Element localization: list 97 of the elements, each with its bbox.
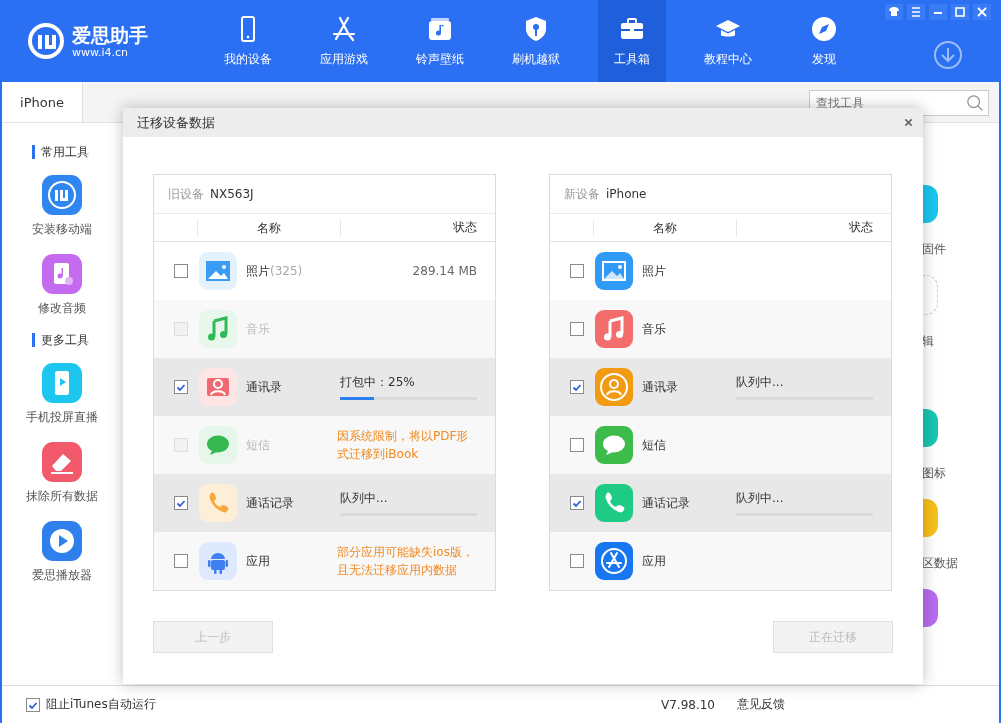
close-icon[interactable] — [904, 118, 913, 127]
tool-label[interactable]: 固件 — [922, 241, 946, 258]
nav-tab[interactable]: 发现 — [776, 0, 872, 82]
version-label: V7.98.10 — [661, 697, 715, 712]
device-name: NX563J — [210, 187, 254, 201]
music-note-icon — [595, 310, 633, 348]
chat-bubble-icon — [199, 426, 237, 464]
warning-note: 部分应用可能缺失ios版，且无法迁移应用内数据 — [337, 544, 475, 579]
tool-item[interactable]: 抹除所有数据 — [14, 442, 110, 505]
logo-icon — [42, 175, 82, 215]
column-header: 状态 — [452, 219, 478, 236]
tool-item[interactable]: 安装移动端 — [14, 175, 110, 238]
android-icon — [199, 542, 237, 580]
photo-icon — [199, 252, 237, 290]
checkbox[interactable] — [174, 554, 188, 568]
nav-tab[interactable]: 教程中心 — [680, 0, 776, 82]
status-text: 队列中... — [736, 374, 785, 391]
status-text: 队列中... — [736, 490, 785, 507]
nav-tab[interactable]: 刷机越狱 — [488, 0, 584, 82]
warning-note: 因系统限制，将以PDF形式迁移到iBook — [337, 428, 470, 463]
screen-mirror-icon — [42, 363, 82, 403]
eraser-icon — [42, 442, 82, 482]
brand-name: 爱思助手 — [72, 23, 148, 46]
brand-url: www.i4.cn — [72, 45, 130, 59]
download-icon[interactable] — [933, 40, 963, 70]
search-icon[interactable] — [966, 94, 984, 112]
tool-label[interactable]: 辑 — [922, 333, 934, 350]
data-row[interactable]: 通话记录 队列中... — [550, 474, 891, 532]
panel-caption: 旧设备 — [168, 185, 204, 203]
menu-icon[interactable] — [907, 4, 925, 20]
column-header: 状态 — [848, 219, 874, 236]
checkbox[interactable] — [570, 322, 584, 336]
contact-icon — [595, 368, 633, 406]
item-name: 音乐 — [642, 320, 667, 338]
compass-icon — [810, 14, 838, 43]
device-name: iPhone — [606, 187, 647, 201]
nav-tab[interactable]: 应用游戏 — [296, 0, 392, 82]
chat-bubble-icon — [595, 426, 633, 464]
item-name: 短信 — [642, 436, 667, 454]
minimize-icon[interactable] — [929, 4, 947, 20]
item-name: 通讯录 — [642, 378, 679, 396]
feedback-link[interactable]: 意见反馈 — [737, 696, 785, 713]
data-row[interactable]: 应用 部分应用可能缺失ios版，且无法迁移应用内数据 — [154, 532, 495, 590]
checkbox[interactable] — [174, 496, 188, 510]
maximize-icon[interactable] — [951, 4, 969, 20]
checkbox[interactable] — [26, 697, 40, 712]
tool-label[interactable]: 图标 — [922, 465, 946, 482]
item-name: 应用 — [642, 552, 667, 570]
item-name: 通讯录 — [246, 378, 283, 396]
close-icon[interactable] — [973, 4, 991, 20]
checkbox[interactable] — [570, 264, 584, 278]
item-name: 音乐 — [246, 320, 271, 338]
item-name: 通话记录 — [246, 494, 295, 512]
nav-tab[interactable]: 我的设备 — [200, 0, 296, 82]
app-store-icon — [595, 542, 633, 580]
checkbox[interactable] — [570, 438, 584, 452]
phone-handset-icon — [199, 484, 237, 522]
nav-tab[interactable]: 铃声壁纸 — [392, 0, 488, 82]
app-store-icon — [330, 14, 358, 43]
column-header: 名称 — [198, 219, 341, 236]
checkbox[interactable] — [570, 554, 584, 568]
dialog-title: 迁移设备数据 — [137, 113, 215, 132]
audio-file-icon — [42, 254, 82, 294]
tool-label[interactable]: 区数据 — [922, 555, 958, 572]
data-row[interactable]: 通话记录 队列中... — [154, 474, 495, 532]
panel-caption: 新设备 — [564, 185, 600, 203]
logo-icon — [26, 21, 66, 61]
status-text: 打包中：25% — [340, 374, 416, 391]
item-name: 照片 — [642, 262, 667, 280]
item-name: 应用 — [246, 552, 271, 570]
data-row[interactable]: 短信 — [550, 416, 891, 474]
data-row[interactable]: 通讯录 打包中：25% — [154, 358, 495, 416]
tool-item[interactable]: 爱思播放器 — [14, 521, 110, 584]
data-row[interactable]: 通讯录 队列中... — [550, 358, 891, 416]
item-name: 照片(325) — [246, 262, 304, 280]
size-text: 289.14 MB — [411, 264, 477, 278]
column-header: 名称 — [594, 219, 737, 236]
tool-item[interactable]: 手机投屏直播 — [14, 363, 110, 426]
data-row[interactable]: 音乐 — [550, 300, 891, 358]
checkbox[interactable] — [174, 264, 188, 278]
tool-item[interactable]: 修改音频 — [14, 254, 110, 317]
nav-tab[interactable]: 工具箱 — [598, 0, 666, 82]
photo-icon — [595, 252, 633, 290]
item-name: 通话记录 — [642, 494, 691, 512]
checkbox[interactable] — [570, 496, 584, 510]
shirt-icon[interactable] — [885, 4, 903, 20]
music-note-icon — [199, 310, 237, 348]
item-name: 短信 — [246, 436, 271, 454]
phone-handset-icon — [595, 484, 633, 522]
data-row[interactable]: 应用 — [550, 532, 891, 590]
status-text: 队列中... — [340, 490, 389, 507]
play-icon — [42, 521, 82, 561]
checkbox[interactable] — [570, 380, 584, 394]
checkbox-label: 阻止iTunes自动运行 — [46, 696, 156, 713]
checkbox[interactable] — [174, 380, 188, 394]
device-tab[interactable]: iPhone — [2, 82, 83, 122]
contact-icon — [199, 368, 237, 406]
